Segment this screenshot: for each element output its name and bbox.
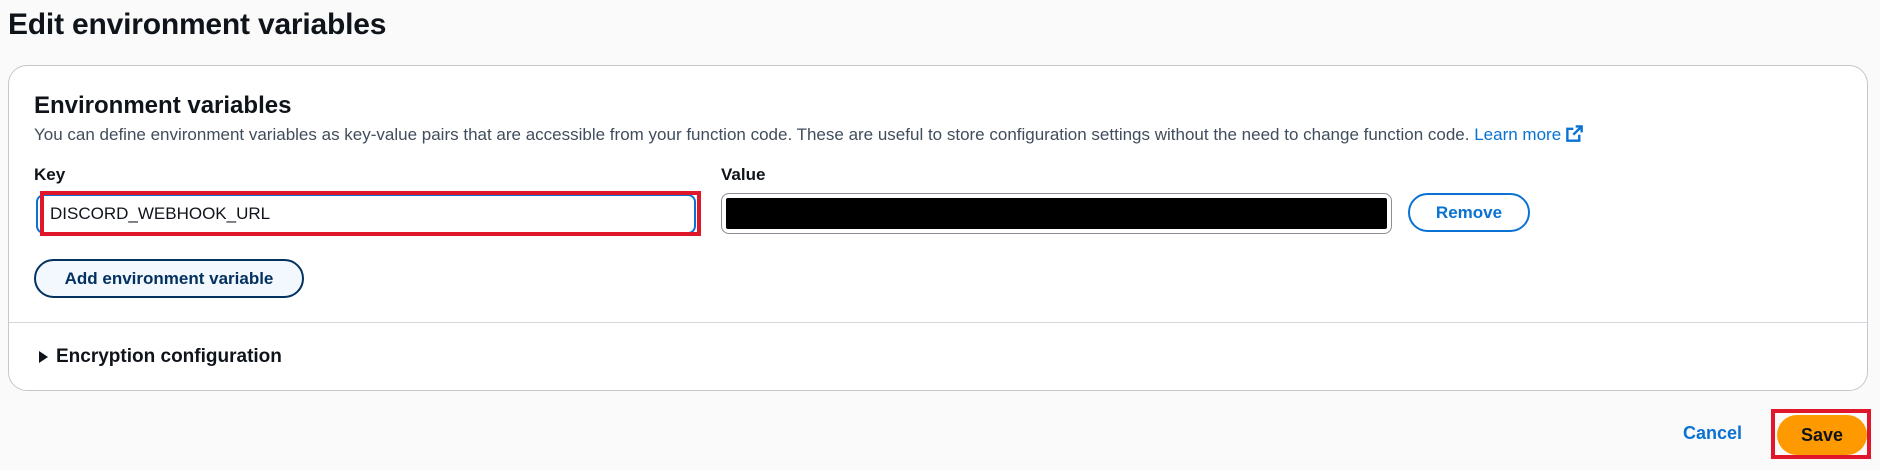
page-title: Edit environment variables xyxy=(8,8,387,41)
encryption-configuration-label: Encryption configuration xyxy=(56,346,282,367)
section-description: You can define environment variables as … xyxy=(34,124,1854,145)
environment-variables-panel: Environment variables You can define env… xyxy=(8,65,1868,391)
value-redaction-box xyxy=(726,198,1387,229)
save-button[interactable]: Save xyxy=(1777,415,1867,455)
remove-button[interactable]: Remove xyxy=(1408,193,1530,232)
section-title: Environment variables xyxy=(34,92,292,119)
key-input[interactable] xyxy=(36,194,696,234)
caret-right-icon xyxy=(39,351,48,363)
section-divider xyxy=(9,322,1867,323)
add-environment-variable-button[interactable]: Add environment variable xyxy=(34,259,304,298)
external-link-icon xyxy=(1566,125,1583,142)
value-label: Value xyxy=(721,165,766,184)
learn-more-label: Learn more xyxy=(1474,125,1562,144)
cancel-button[interactable]: Cancel xyxy=(1683,423,1742,444)
learn-more-link[interactable]: Learn more xyxy=(1474,125,1584,144)
value-input[interactable] xyxy=(721,193,1392,234)
panel-header: Environment variables xyxy=(34,92,291,120)
key-label: Key xyxy=(34,165,66,184)
description-text: You can define environment variables as … xyxy=(34,125,1470,144)
encryption-configuration-toggle[interactable]: Encryption configuration xyxy=(39,346,282,368)
